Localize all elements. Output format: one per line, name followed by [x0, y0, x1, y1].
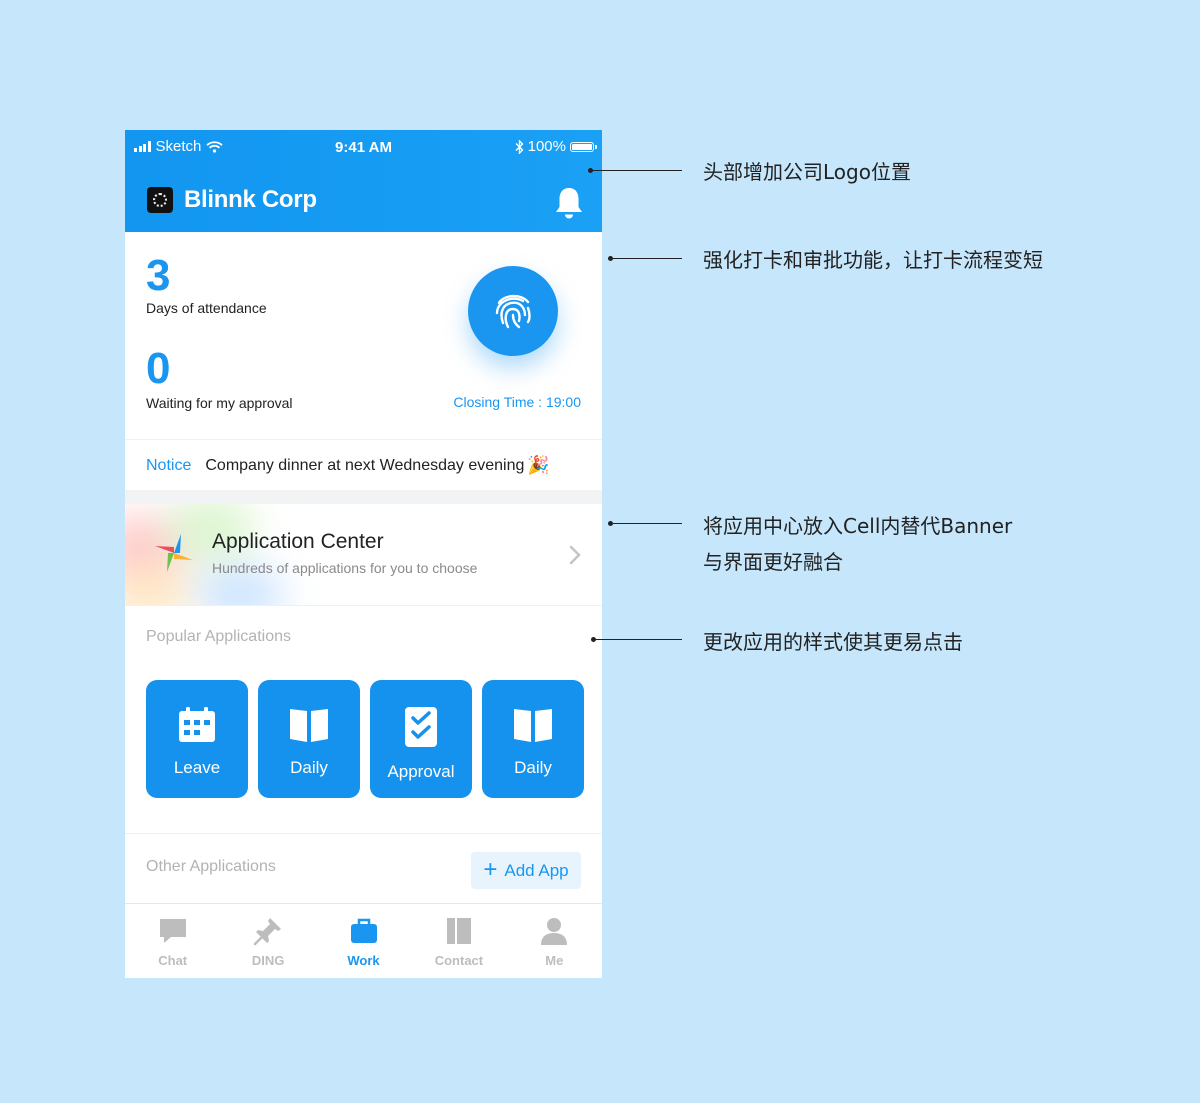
- app-tile-approval[interactable]: Approval: [370, 680, 472, 798]
- chat-icon: [159, 919, 186, 943]
- app-tile-daily[interactable]: Daily: [258, 680, 360, 798]
- attendance-panel: 3 Days of attendance 0 Waiting for my ap…: [125, 232, 602, 439]
- tab-contact[interactable]: Contact: [411, 904, 506, 978]
- company-name: Blinnk Corp: [184, 186, 317, 213]
- phone-screen: Sketch 9:41 AM 100% Blinnk Corp 3 Days o…: [125, 130, 602, 978]
- tab-work[interactable]: Work: [316, 904, 411, 978]
- header: Sketch 9:41 AM 100% Blinnk Corp: [125, 130, 602, 232]
- tab-label: Work: [347, 953, 380, 968]
- brand: Blinnk Corp: [147, 186, 317, 214]
- pin-icon: [253, 918, 282, 946]
- book-icon: [514, 709, 552, 742]
- tab-chat[interactable]: Chat: [125, 904, 220, 978]
- annotation-attendance: 强化打卡和审批功能，让打卡流程变短: [703, 248, 1043, 272]
- app-center-icon: [155, 534, 193, 572]
- bluetooth-icon: [515, 139, 524, 154]
- app-tile-label: Daily: [514, 758, 552, 777]
- notice-message: Company dinner at next Wednesday evening: [205, 456, 525, 474]
- status-bar: Sketch 9:41 AM 100%: [125, 138, 602, 158]
- attendance-days-label: Days of attendance: [146, 300, 267, 316]
- tab-ding[interactable]: DING: [220, 904, 315, 978]
- annotation-line: [591, 170, 682, 171]
- party-popper-icon: 🎉: [527, 455, 550, 475]
- app-tile-daily[interactable]: Daily: [482, 680, 584, 798]
- divider: [125, 833, 602, 834]
- battery-status: 100%: [515, 138, 597, 155]
- annotation-line: [611, 523, 682, 524]
- app-center-subtitle: Hundreds of applications for you to choo…: [212, 560, 478, 576]
- bell-icon[interactable]: [554, 186, 584, 220]
- clock-in-button[interactable]: [468, 266, 558, 356]
- annotation-header-logo: 头部增加公司Logo位置: [703, 160, 911, 184]
- section-spacer: [125, 490, 602, 504]
- annotation-app-center-2: 与界面更好融合: [703, 550, 843, 574]
- tab-label: Me: [545, 953, 564, 968]
- plus-icon: +: [483, 855, 498, 883]
- app-center-title: Application Center: [212, 530, 384, 553]
- application-center-cell[interactable]: Application Center Hundreds of applicati…: [125, 504, 602, 606]
- tab-label: Chat: [158, 953, 188, 968]
- attendance-days-count: 3: [146, 251, 171, 300]
- checklist-icon: [405, 707, 437, 747]
- annotation-line: [611, 258, 682, 259]
- notice-tag: Notice: [146, 456, 192, 474]
- popular-apps-title: Popular Applications: [146, 628, 291, 645]
- tab-label: Contact: [434, 953, 484, 968]
- annotation-line: [594, 639, 682, 640]
- contact-book-icon: [446, 918, 471, 944]
- other-apps-title: Other Applications: [146, 858, 276, 875]
- chevron-right-icon: [569, 545, 581, 565]
- notice-bar[interactable]: Notice Company dinner at next Wednesday …: [125, 439, 602, 491]
- person-icon: [541, 918, 568, 945]
- tab-bar: Chat DING Work Contact Me: [125, 903, 602, 978]
- approval-label[interactable]: Waiting for my approval: [146, 395, 293, 411]
- add-app-label: Add App: [504, 860, 569, 880]
- battery-percent: 100%: [527, 138, 566, 155]
- popular-apps-grid: Leave Daily Approval Daily: [146, 680, 584, 798]
- closing-time: Closing Time : 19:00: [453, 394, 581, 410]
- company-logo: [147, 187, 173, 213]
- app-tile-label: Approval: [387, 762, 455, 781]
- calendar-icon: [179, 707, 215, 742]
- briefcase-icon: [350, 918, 377, 943]
- book-icon: [290, 709, 328, 742]
- annotation-app-style: 更改应用的样式使其更易点击: [703, 630, 963, 654]
- fingerprint-icon: [495, 294, 531, 329]
- app-tile-leave[interactable]: Leave: [146, 680, 248, 798]
- tab-me[interactable]: Me: [507, 904, 602, 978]
- approval-count[interactable]: 0: [146, 347, 170, 391]
- app-tile-label: Leave: [173, 758, 221, 777]
- annotation-app-center: 将应用中心放入Cell内替代Banner: [703, 514, 1013, 538]
- add-app-button[interactable]: + Add App: [471, 852, 581, 889]
- app-tile-label: Daily: [290, 758, 328, 777]
- tab-label: DING: [251, 953, 285, 968]
- battery-icon: [570, 141, 597, 152]
